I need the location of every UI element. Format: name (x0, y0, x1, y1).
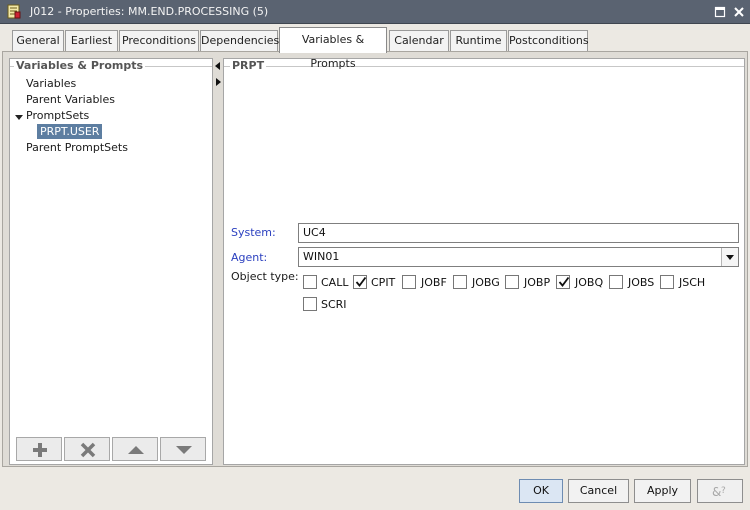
checkbox-jobp-label: JOBP (524, 276, 551, 289)
checkbox-scri[interactable] (303, 297, 317, 311)
tab-earliest[interactable]: Earliest (65, 30, 118, 52)
delete-button[interactable] (64, 437, 110, 461)
cancel-button[interactable]: Cancel (568, 479, 629, 503)
system-label: System: (231, 226, 276, 239)
prpt-panel-heading: PRPT (230, 59, 267, 72)
window-title: J012 - Properties: MM.END.PROCESSING (5) (30, 5, 269, 18)
checkbox-cpit-label: CPIT (371, 276, 396, 289)
svg-text:?: ? (721, 486, 726, 496)
agent-label: Agent: (231, 251, 268, 264)
expand-right-icon[interactable] (216, 78, 221, 86)
checkbox-jobq[interactable] (556, 275, 570, 289)
tab-dependencies[interactable]: Dependencies (200, 30, 279, 52)
checkmark-icon (558, 276, 570, 287)
checkbox-scri-label: SCRI (321, 298, 347, 311)
tab-runtime[interactable]: Runtime (450, 30, 507, 52)
checkbox-jsch-label: JSCH (679, 276, 706, 289)
checkbox-jsch[interactable] (660, 275, 674, 289)
move-up-button[interactable] (112, 437, 158, 461)
tree-item-promptsets[interactable]: PromptSets (26, 109, 89, 122)
tab-calendar[interactable]: Calendar (389, 30, 449, 52)
svg-text:&: & (712, 485, 721, 499)
tree-item-prpt-user[interactable]: PRPT.USER (37, 124, 103, 139)
help-context-icon: & ? (712, 485, 726, 499)
checkmark-icon (355, 276, 367, 287)
tree-panel-heading: Variables & Prompts (14, 59, 146, 72)
system-input[interactable]: UC4 (298, 223, 739, 243)
add-icon (33, 443, 47, 457)
expand-arrow-icon[interactable] (15, 115, 23, 120)
tab-postconditions[interactable]: Postconditions (508, 30, 589, 52)
tab-general[interactable]: General (12, 30, 64, 52)
move-down-icon (176, 446, 192, 454)
maximize-icon[interactable] (713, 5, 727, 19)
checkbox-jobq-label: JOBQ (575, 276, 604, 289)
checkbox-jobs-label: JOBS (628, 276, 655, 289)
help-button[interactable]: & ? (697, 479, 743, 503)
chevron-down-icon (726, 255, 734, 260)
collapse-left-icon[interactable] (215, 62, 220, 70)
agent-select[interactable]: WIN01 (298, 247, 739, 267)
agent-dropdown-button[interactable] (721, 248, 738, 266)
ok-button[interactable]: OK (519, 479, 563, 503)
panel-splitter[interactable] (214, 58, 222, 465)
properties-doc-icon (7, 4, 21, 19)
title-bar: J012 - Properties: MM.END.PROCESSING (5) (0, 0, 750, 24)
object-type-label: Object type: (231, 270, 299, 283)
variables-prompts-tree-panel: Variables & Prompts Variables Parent Var… (9, 58, 213, 465)
delete-icon (80, 442, 96, 458)
tree-item-parent-variables[interactable]: Parent Variables (26, 93, 115, 106)
agent-selected-value: WIN01 (303, 250, 340, 263)
close-icon[interactable] (732, 5, 746, 19)
checkbox-jobs[interactable] (609, 275, 623, 289)
group-border (224, 66, 744, 67)
tree-item-variables[interactable]: Variables (26, 77, 76, 90)
tree-item-parent-promptsets[interactable]: Parent PromptSets (26, 141, 128, 154)
checkbox-jobp[interactable] (505, 275, 519, 289)
tab-content: Variables & Prompts Variables Parent Var… (2, 51, 748, 467)
checkbox-jobf[interactable] (402, 275, 416, 289)
checkbox-cpit[interactable] (353, 275, 367, 289)
move-down-button[interactable] (160, 437, 206, 461)
checkbox-call-label: CALL (321, 276, 349, 289)
apply-button[interactable]: Apply (634, 479, 691, 503)
checkbox-jobg[interactable] (453, 275, 467, 289)
tab-preconditions[interactable]: Preconditions (119, 30, 199, 52)
tree-toolbar (16, 437, 208, 463)
checkbox-call[interactable] (303, 275, 317, 289)
checkbox-jobg-label: JOBG (472, 276, 500, 289)
checkbox-jobf-label: JOBF (421, 276, 447, 289)
tab-variables-prompts[interactable]: Variables & Prompts (279, 27, 387, 70)
add-button[interactable] (16, 437, 62, 461)
dialog-button-bar: OK Cancel Apply & ? (0, 470, 750, 510)
move-up-icon (128, 446, 144, 454)
prpt-panel: PRPT System: UC4 Agent: WIN01 Object typ… (223, 58, 745, 465)
tab-bar: General Earliest Preconditions Dependenc… (12, 27, 732, 70)
